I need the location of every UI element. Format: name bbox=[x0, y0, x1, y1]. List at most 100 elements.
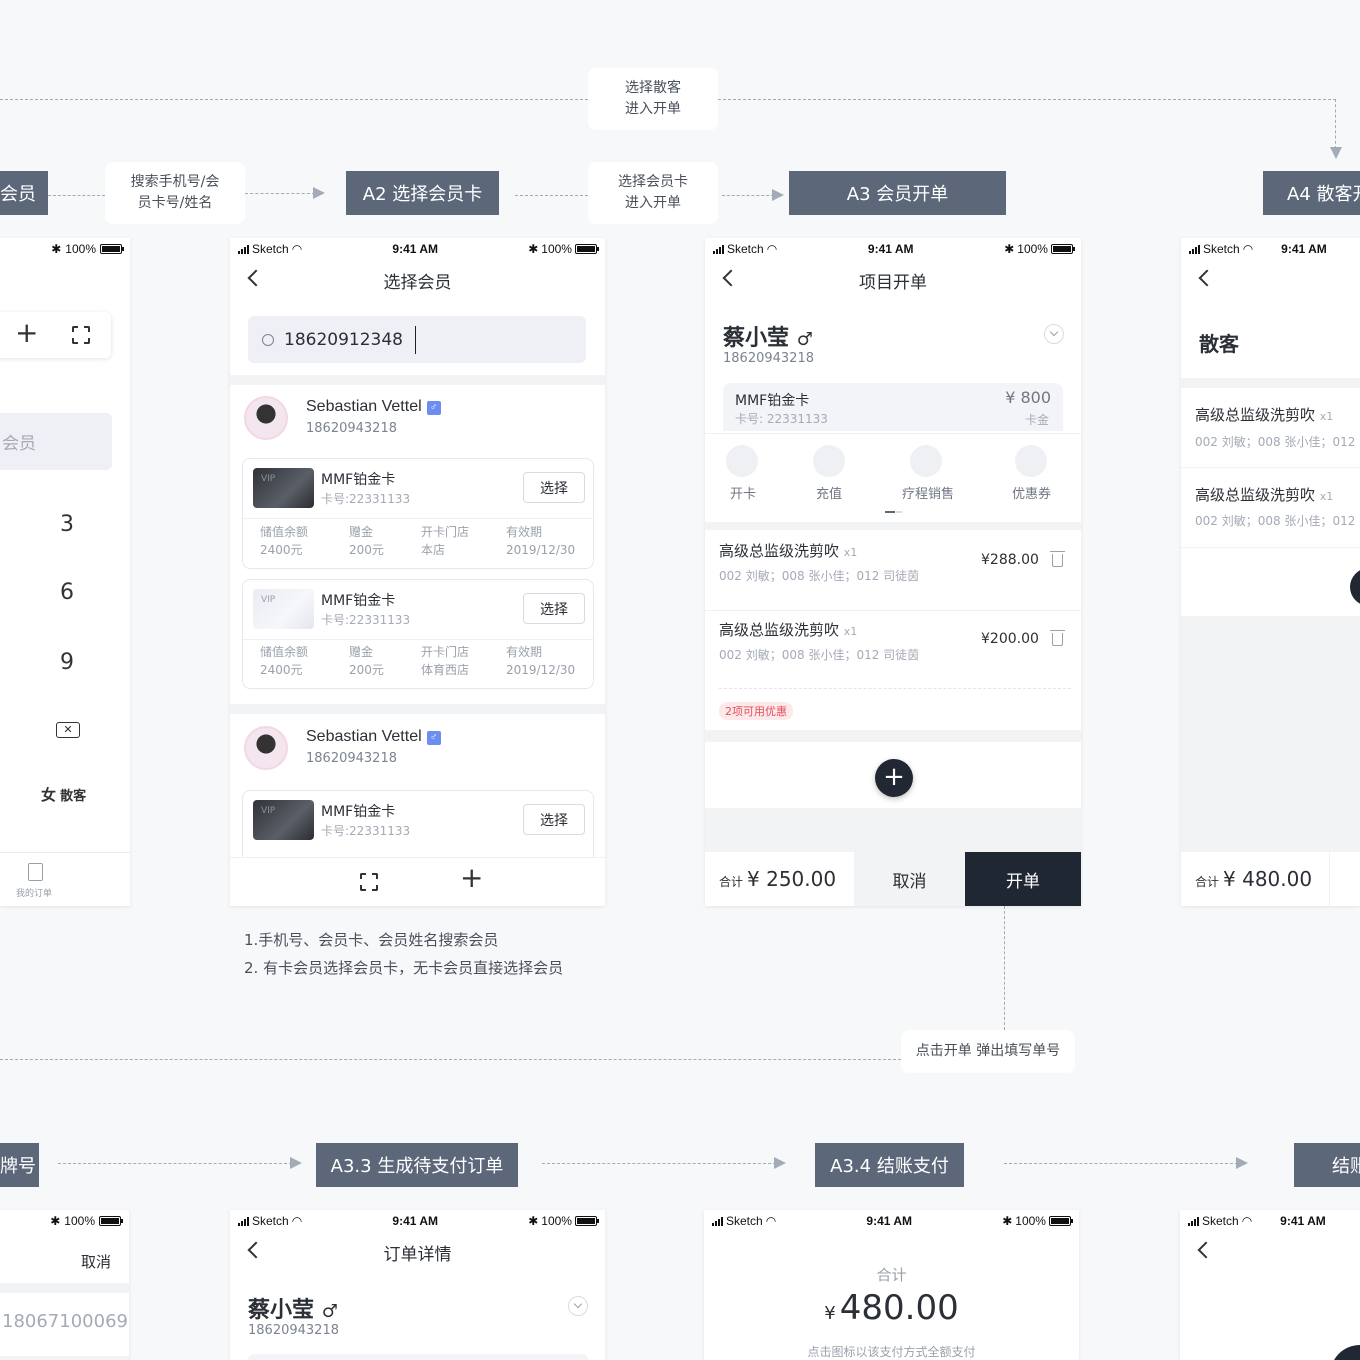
wifi-icon: ◠ bbox=[291, 242, 303, 256]
male-icon: ♂ bbox=[426, 731, 441, 745]
male-icon: ♂ bbox=[321, 1301, 338, 1322]
phone-a35: Sketch ◠ 9:41 AM bbox=[1180, 1210, 1360, 1360]
member-card[interactable]: VIP MMF铂金卡 卡号:22331133 选择 储值余额 2400元 赠金 20… bbox=[242, 579, 594, 689]
nav-bar: 选择会员 bbox=[230, 260, 605, 300]
phone-input[interactable]: 18067100069 bbox=[0, 1293, 129, 1356]
action-course-sales[interactable]: 疗程销售 bbox=[902, 483, 954, 502]
coupon-tag[interactable]: 2项可用优惠 bbox=[719, 702, 793, 720]
page-title: 选择会员 bbox=[383, 272, 452, 293]
avatar bbox=[244, 726, 288, 770]
male-icon: ♂ bbox=[796, 329, 813, 350]
arrow-right-icon bbox=[290, 1157, 302, 1169]
battery-text: 100% bbox=[65, 242, 96, 256]
cancel-button[interactable]: 取消 bbox=[854, 852, 965, 906]
add-icon[interactable]: + bbox=[460, 863, 483, 893]
select-button[interactable]: 选择 bbox=[523, 472, 585, 503]
back-icon[interactable] bbox=[1197, 1241, 1215, 1259]
member-name: 蔡小莹 ♂ bbox=[723, 326, 813, 351]
back-icon[interactable] bbox=[722, 269, 740, 287]
nav-bar: 订单详情 bbox=[230, 1232, 605, 1272]
key-9[interactable]: 9 bbox=[60, 650, 74, 675]
key-3[interactable]: 3 bbox=[60, 512, 74, 537]
note-search: 搜索手机号/会 员卡号/姓名 bbox=[105, 162, 245, 224]
chevron-down-icon[interactable] bbox=[1044, 324, 1064, 344]
phone-a4: Sketch ◠ 9:41 AM 散客 高级总监级洗剪吹 x1 002 刘敏；00… bbox=[1181, 238, 1360, 906]
stage-a2: A2 选择会员卡 bbox=[346, 171, 499, 215]
battery-icon bbox=[100, 244, 124, 254]
action-recharge[interactable]: 充值 bbox=[816, 483, 842, 502]
search-input[interactable]: 18620912348 bbox=[248, 316, 586, 363]
flow-line bbox=[515, 195, 588, 196]
item-name[interactable]: 高级总监级洗剪吹 x1 bbox=[719, 540, 857, 561]
walkin-key[interactable]: 女 散客 bbox=[41, 784, 86, 805]
flow-line bbox=[718, 99, 1336, 100]
member-name[interactable]: Sebastian Vettel ♂ bbox=[306, 728, 441, 746]
add-icon[interactable]: + bbox=[15, 318, 38, 348]
bluetooth-icon: ✱ bbox=[528, 1214, 539, 1228]
stat-balance: 储值余额 2400元 bbox=[260, 645, 309, 677]
recharge-icon[interactable] bbox=[813, 445, 845, 477]
total-label: 合计 bbox=[876, 1266, 907, 1284]
stage-a3: A3 会员开单 bbox=[789, 171, 1006, 215]
arrow-right-icon bbox=[774, 1157, 786, 1169]
card-name: MMF铂金卡 bbox=[735, 393, 810, 409]
item-name[interactable]: 高级总监级洗剪吹 x1 bbox=[1195, 484, 1333, 505]
scan-icon[interactable] bbox=[72, 326, 90, 344]
page-title: 订单详情 bbox=[383, 1244, 452, 1265]
tab-orders[interactable]: 我的订单 bbox=[16, 886, 52, 899]
course-icon[interactable] bbox=[910, 445, 942, 477]
select-button[interactable]: 选择 bbox=[523, 804, 585, 835]
back-icon[interactable] bbox=[1198, 269, 1216, 287]
bluetooth-icon: ✱ bbox=[1002, 1214, 1013, 1228]
cancel-button[interactable]: 取消 bbox=[81, 1251, 111, 1272]
add-item-button[interactable] bbox=[1350, 568, 1360, 606]
nav-bar: 项目开单 bbox=[705, 260, 1081, 300]
action-open-card[interactable]: 开卡 bbox=[730, 483, 756, 502]
item-list: 高级总监级洗剪吹 x1 002 刘敏；008 张小佳；012 司徒茵 ¥288.… bbox=[705, 530, 1081, 730]
open-card-icon[interactable] bbox=[726, 445, 758, 477]
flow-line bbox=[1004, 906, 1005, 1030]
bluetooth-icon: ✱ bbox=[50, 1214, 61, 1228]
action-coupon[interactable]: 优惠券 bbox=[1012, 483, 1051, 502]
signal-icon bbox=[238, 244, 249, 254]
page-title: 项目开单 bbox=[859, 272, 927, 293]
trash-icon[interactable] bbox=[1050, 630, 1065, 646]
member-phone: 18620943218 bbox=[248, 1323, 339, 1338]
add-item-button[interactable]: + bbox=[875, 759, 913, 797]
item-name[interactable]: 高级总监级洗剪吹 x1 bbox=[719, 619, 857, 640]
text-cursor bbox=[414, 325, 417, 354]
item-staff: 002 刘敏；008 张小佳；012 bbox=[1195, 514, 1356, 528]
back-icon[interactable] bbox=[247, 1241, 265, 1259]
bottom-bar: 合计 ¥ 250.00 取消 开单 bbox=[705, 852, 1081, 906]
arrow-right-icon bbox=[313, 187, 325, 199]
wifi-icon: ◠ bbox=[1242, 242, 1254, 256]
member-card-summary[interactable] bbox=[248, 1354, 588, 1360]
battery-icon bbox=[99, 1216, 123, 1226]
divider bbox=[719, 688, 1071, 689]
back-icon[interactable] bbox=[247, 269, 265, 287]
search-input[interactable]: 会员 bbox=[0, 413, 112, 470]
backspace-icon[interactable]: ✕ bbox=[56, 722, 80, 738]
submit-order-button[interactable]: 开单 bbox=[965, 852, 1081, 906]
arrow-right-icon bbox=[1236, 1157, 1248, 1169]
member-name[interactable]: Sebastian Vettel ♂ bbox=[306, 398, 441, 416]
item-name[interactable]: 高级总监级洗剪吹 x1 bbox=[1195, 404, 1333, 425]
member-card[interactable]: VIP MMF铂金卡 卡号:22331133 选择 储值余额 2400元 赠金 20… bbox=[242, 458, 594, 569]
trash-icon[interactable] bbox=[1050, 551, 1065, 567]
member-card-summary[interactable]: MMF铂金卡 卡号: 22331133 ¥ 800 卡金 bbox=[723, 383, 1063, 431]
scan-icon[interactable] bbox=[360, 873, 378, 891]
select-button[interactable]: 选择 bbox=[523, 593, 585, 624]
arrow-right-icon bbox=[772, 189, 784, 201]
phone-a33: Sketch ◠ 9:41 AM ✱ 100% 订单详情 蔡小莹 ♂ 1862094… bbox=[230, 1210, 605, 1360]
chevron-down-icon[interactable] bbox=[568, 1296, 588, 1316]
stat-bonus: 赠金 200元 bbox=[349, 525, 384, 557]
orders-icon[interactable] bbox=[28, 863, 43, 881]
card-number: 卡号: 22331133 bbox=[735, 412, 828, 426]
coupon-icon[interactable] bbox=[1015, 445, 1047, 477]
divider bbox=[0, 852, 130, 853]
status-bar: Sketch ◠ 9:41 AM ✱ 100% bbox=[230, 238, 605, 260]
key-6[interactable]: 6 bbox=[60, 580, 74, 605]
payment-icon[interactable] bbox=[1330, 1345, 1360, 1360]
phone-a1: ✱ 100% + 会员 3 6 9 ✕ 女 散客 我的订单 bbox=[0, 238, 130, 906]
section-gap bbox=[230, 375, 605, 385]
